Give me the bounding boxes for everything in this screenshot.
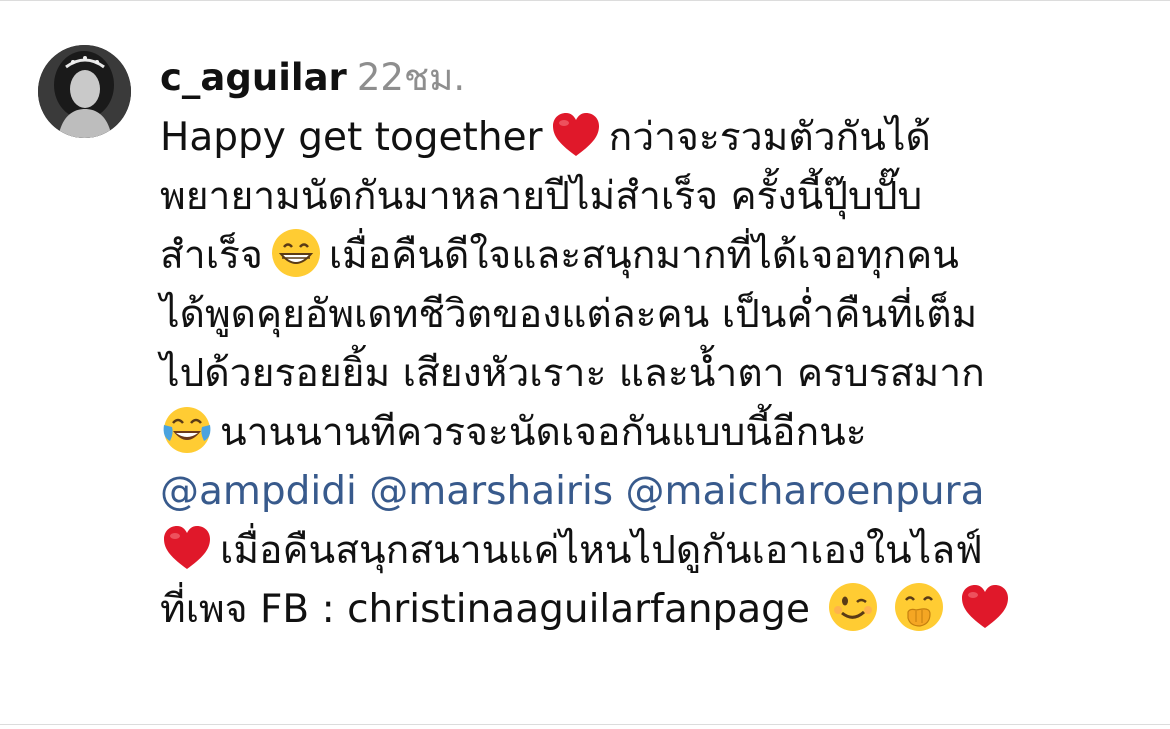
comment-text: สำเร็จ xyxy=(160,233,263,278)
comment-body: Happy get together กว่าจะรวมตัวกันได้ พยา… xyxy=(160,108,1150,639)
red-heart-icon xyxy=(160,521,214,575)
comment-text: นานนานทีควรจะนัดเจอกันแบบนี้อีกนะ xyxy=(220,410,867,455)
bottom-divider xyxy=(0,724,1170,725)
comment-line-2: พยายามนัดกันมาหลายปีไม่สำเร็จ ครั้งนี้ปุ… xyxy=(160,167,1150,226)
avatar[interactable] xyxy=(38,45,131,138)
mention-link[interactable]: @marshairis xyxy=(369,469,613,514)
comment-text: พยายามนัดกันมาหลายปีไม่สำเร็จ ครั้งนี้ปุ… xyxy=(160,174,923,219)
comment-header: c_aguilar 22ชม. xyxy=(160,48,1150,108)
comment-text: ที่เพจ FB : christinaaguilarfanpage xyxy=(160,587,810,632)
red-heart-icon xyxy=(958,580,1012,634)
comment-line-3: สำเร็จ เมื่อคืนดีใจและสนุกมากที่ได้เจอทุก… xyxy=(160,226,1150,285)
comment-text: ได้พูดคุยอัพเดทชีวิตของแต่ละคน เป็นค่ำคื… xyxy=(160,292,978,337)
username-link[interactable]: c_aguilar xyxy=(160,56,347,99)
comment-line-7: @ampdidi @marshairis @maicharoenpura xyxy=(160,462,1150,521)
winking-face-icon xyxy=(826,580,880,634)
comment-text: กว่าจะรวมตัวกันได้ xyxy=(608,115,931,160)
grinning-face-icon xyxy=(269,226,323,280)
avatar-photo xyxy=(38,45,131,138)
comment: c_aguilar 22ชม. Happy get together กว่าจะร… xyxy=(160,48,1150,639)
comment-text: เมื่อคืนสนุกสนานแค่ไหนไปดูกันเอาเองในไลฟ… xyxy=(220,528,983,573)
face-with-tears-of-joy-icon xyxy=(160,403,214,457)
comment-line-4: ได้พูดคุยอัพเดทชีวิตของแต่ละคน เป็นค่ำคื… xyxy=(160,285,1150,344)
comment-line-1: Happy get together กว่าจะรวมตัวกันได้ xyxy=(160,108,1150,167)
comment-text: Happy get together xyxy=(160,115,543,160)
red-heart-icon xyxy=(549,108,603,162)
comment-text: ไปด้วยรอยยิ้ม เสียงหัวเราะ และน้ำตา ครบร… xyxy=(160,351,985,396)
top-divider xyxy=(0,0,1170,1)
comment-line-9: ที่เพจ FB : christinaaguilarfanpage xyxy=(160,580,1150,639)
comment-text: เมื่อคืนดีใจและสนุกมากที่ได้เจอทุกคน xyxy=(328,233,959,278)
comment-line-5: ไปด้วยรอยยิ้ม เสียงหัวเราะ และน้ำตา ครบร… xyxy=(160,344,1150,403)
mention-link[interactable]: @maicharoenpura xyxy=(626,469,985,514)
face-with-hand-over-mouth-icon xyxy=(892,580,946,634)
comment-line-6: นานนานทีควรจะนัดเจอกันแบบนี้อีกนะ xyxy=(160,403,1150,462)
timestamp[interactable]: 22ชม. xyxy=(357,56,465,99)
mention-link[interactable]: @ampdidi xyxy=(160,469,357,514)
comment-line-8: เมื่อคืนสนุกสนานแค่ไหนไปดูกันเอาเองในไลฟ… xyxy=(160,521,1150,580)
